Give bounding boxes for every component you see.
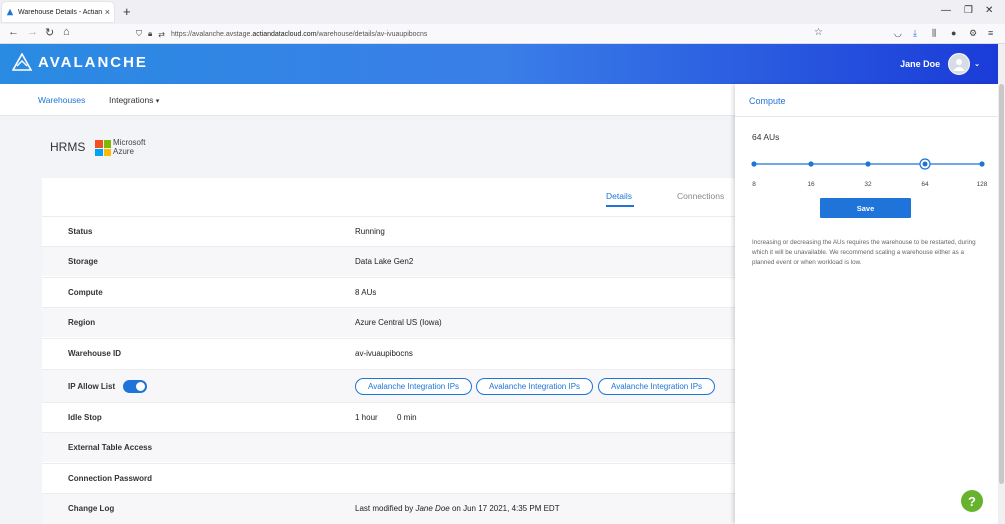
scrollbar-thumb[interactable] bbox=[999, 84, 1004, 484]
restore-icon[interactable]: ❐ bbox=[964, 5, 973, 16]
browser-tab-bar: Warehouse Details - Actian Ava × + — ❐ ✕ bbox=[0, 0, 1005, 24]
help-button[interactable]: ? bbox=[961, 490, 983, 512]
microsoft-logo-icon bbox=[95, 140, 111, 156]
idle-stop-hours: 1 hour bbox=[355, 413, 378, 422]
extension-icon[interactable]: ⚙ bbox=[969, 28, 977, 39]
slider-tick-32[interactable] bbox=[865, 161, 871, 167]
avalanche-logo-icon bbox=[12, 53, 32, 71]
close-tab-icon[interactable]: × bbox=[105, 7, 110, 17]
account-icon[interactable]: ● bbox=[951, 28, 956, 38]
detail-row-compute: Compute 8 AUs bbox=[42, 277, 735, 307]
slider-tick-label: 128 bbox=[977, 181, 988, 188]
slider-tick-label: 8 bbox=[752, 181, 756, 188]
avalanche-favicon-icon bbox=[6, 8, 14, 16]
row-value: Azure Central US (Iowa) bbox=[355, 318, 442, 327]
user-menu[interactable]: Jane Doe ⌄ bbox=[900, 53, 980, 75]
detail-row-region: Region Azure Central US (Iowa) bbox=[42, 307, 735, 337]
user-avatar-icon bbox=[953, 59, 966, 71]
au-slider[interactable]: 8 16 32 64 128 bbox=[735, 154, 998, 194]
row-label: Status bbox=[68, 227, 93, 236]
save-button[interactable]: Save bbox=[820, 198, 911, 218]
page-title: HRMS bbox=[50, 140, 86, 154]
lock-icon: 🔒︎ bbox=[148, 29, 153, 38]
url-text: https://avalanche.avstage.actiandataclou… bbox=[170, 30, 428, 38]
bookmark-star-icon[interactable]: ☆ bbox=[814, 27, 823, 38]
row-label: Storage bbox=[68, 257, 98, 266]
panel-divider bbox=[735, 116, 998, 117]
shield-icon: ⛉ bbox=[136, 29, 142, 38]
browser-nav-bar: ← → ↻ ⌂ ⛉ 🔒︎ ⇄ https://avalanche.avstage… bbox=[0, 24, 1005, 44]
provider-label: Microsoft Azure bbox=[113, 138, 146, 156]
app-header: AVALANCHE Jane Doe ⌄ bbox=[0, 44, 1005, 84]
panel-title: Compute bbox=[749, 96, 786, 106]
restart-note: Increasing or decreasing the AUs require… bbox=[752, 239, 976, 266]
integration-ips-button[interactable]: Avalanche Integration IPs bbox=[476, 378, 594, 395]
au-value-label: 64 AUs bbox=[752, 132, 780, 142]
nav-integrations[interactable]: Integrations ▾ bbox=[109, 95, 159, 105]
tab-details-underline bbox=[606, 205, 634, 207]
row-label: Warehouse ID bbox=[68, 349, 122, 358]
scrollbar[interactable] bbox=[998, 44, 1005, 524]
detail-row-change-log: Change Log Last modified by Jane Doe on … bbox=[42, 493, 735, 524]
browser-tab-title: Warehouse Details - Actian Ava bbox=[18, 8, 102, 16]
detail-row-external-table-access: External Table Access bbox=[42, 432, 735, 462]
user-name: Jane Doe bbox=[900, 59, 941, 69]
brand-name: AVALANCHE bbox=[38, 53, 148, 71]
slider-tick-8[interactable] bbox=[751, 161, 757, 167]
row-label: Idle Stop bbox=[68, 413, 102, 422]
slider-tick-16[interactable] bbox=[808, 161, 814, 167]
tab-connections[interactable]: Connections bbox=[677, 191, 724, 201]
url-bar[interactable]: ⛉ 🔒︎ ⇄ https://avalanche.avstage.actiand… bbox=[136, 27, 830, 41]
chevron-down-icon: ⌄ bbox=[974, 61, 980, 68]
detail-row-status: Status Running bbox=[42, 216, 735, 246]
nav-warehouses[interactable]: Warehouses bbox=[38, 95, 85, 105]
library-icon[interactable]: ⫼ bbox=[932, 28, 936, 39]
browser-tab[interactable]: Warehouse Details - Actian Ava × bbox=[2, 2, 114, 22]
forward-icon[interactable]: → bbox=[27, 26, 38, 38]
compute-panel: Compute 64 AUs 8 16 32 64 128 Save Increasin… bbox=[735, 84, 998, 524]
slider-tick-label: 16 bbox=[807, 181, 815, 188]
change-log-value: Last modified by Jane Doe on Jun 17 2021… bbox=[355, 504, 560, 513]
row-value: Running bbox=[355, 227, 385, 236]
detail-row-idle-stop: Idle Stop 1 hour 0 min bbox=[42, 402, 735, 432]
row-label: Connection Password bbox=[68, 474, 153, 483]
detail-row-connection-password: Connection Password bbox=[42, 463, 735, 493]
detail-row-warehouse-id: Warehouse ID av-ivuaupibocns bbox=[42, 338, 735, 368]
new-tab-icon[interactable]: + bbox=[123, 4, 131, 19]
permissions-icon: ⇄ bbox=[158, 29, 165, 39]
row-label: Change Log bbox=[68, 504, 115, 513]
row-label: External Table Access bbox=[68, 443, 153, 452]
idle-stop-minutes: 0 min bbox=[397, 413, 417, 422]
slider-tick-64[interactable] bbox=[922, 161, 928, 167]
slider-tick-label: 64 bbox=[921, 181, 929, 188]
row-value: 8 AUs bbox=[355, 288, 377, 297]
menu-icon[interactable]: ≡ bbox=[988, 28, 993, 38]
integration-ips-button[interactable]: Avalanche Integration IPs bbox=[355, 378, 473, 395]
help-icon: ? bbox=[968, 493, 976, 509]
row-label: IP Allow List bbox=[68, 382, 116, 391]
tab-details[interactable]: Details bbox=[606, 191, 632, 201]
back-icon[interactable]: ← bbox=[8, 26, 19, 38]
avatar[interactable] bbox=[948, 53, 971, 75]
chevron-down-icon: ▾ bbox=[155, 98, 160, 105]
sub-nav: Warehouses Integrations ▾ bbox=[0, 84, 735, 116]
minimize-icon[interactable]: — bbox=[941, 5, 951, 16]
reload-icon[interactable]: ↻ bbox=[45, 26, 54, 39]
integration-ips-button[interactable]: Avalanche Integration IPs bbox=[598, 378, 716, 395]
detail-row-storage: Storage Data Lake Gen2 bbox=[42, 246, 735, 276]
ip-allow-list-toggle[interactable] bbox=[123, 380, 147, 393]
download-icon[interactable]: ⤓ bbox=[913, 28, 917, 39]
slider-tick-128[interactable] bbox=[979, 161, 985, 167]
row-label: Compute bbox=[68, 288, 103, 297]
slider-tick-label: 32 bbox=[864, 181, 872, 188]
row-value: av-ivuaupibocns bbox=[355, 349, 413, 358]
row-label: Region bbox=[68, 318, 96, 327]
detail-row-ip-allow-list: IP Allow List Avalanche Integration IPs … bbox=[42, 369, 735, 402]
home-icon[interactable]: ⌂ bbox=[63, 26, 70, 38]
close-window-icon[interactable]: ✕ bbox=[985, 5, 993, 16]
row-value: Data Lake Gen2 bbox=[355, 257, 414, 266]
avalanche-logo[interactable]: AVALANCHE bbox=[12, 53, 148, 71]
pocket-icon[interactable]: ◡ bbox=[894, 28, 902, 39]
